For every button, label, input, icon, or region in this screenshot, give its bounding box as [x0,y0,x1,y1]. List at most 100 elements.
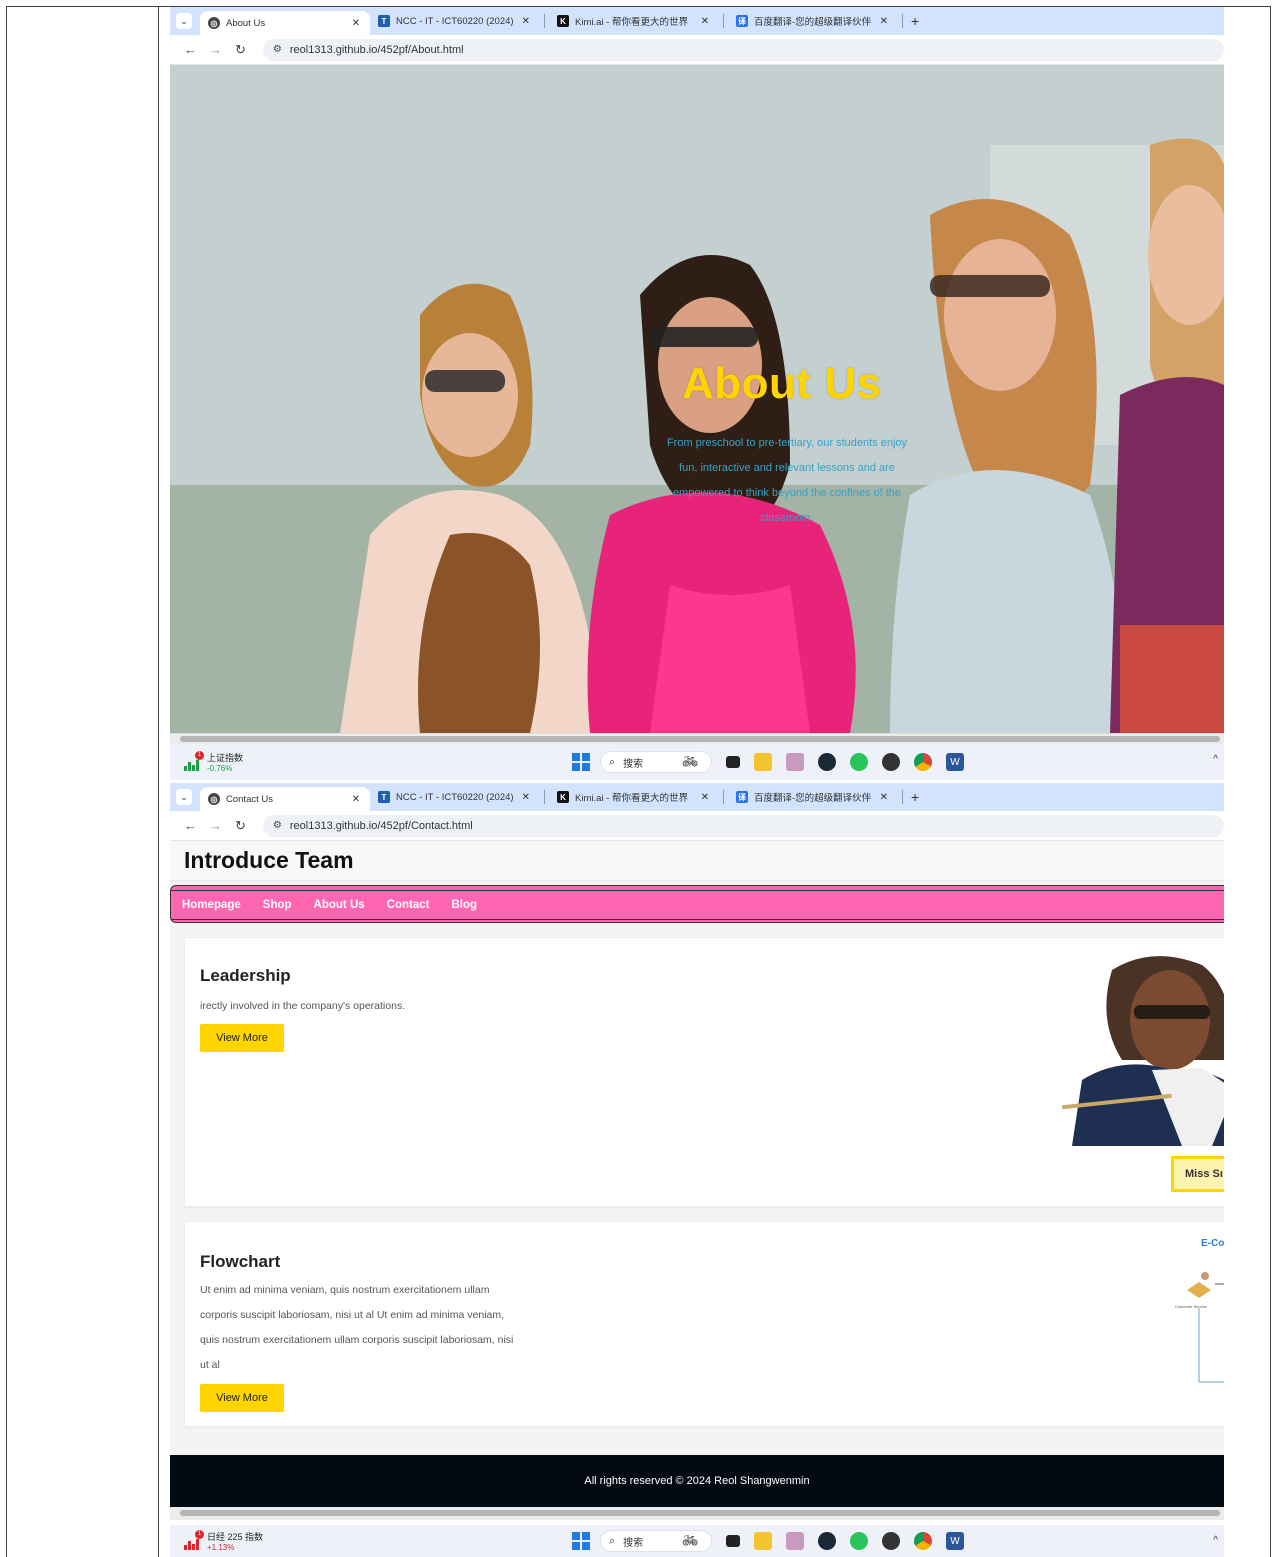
tab-title: Contact Us [226,793,273,805]
nav-about-us[interactable]: About Us [314,899,365,911]
k-icon: K [557,15,569,27]
word-icon[interactable]: W [946,1532,964,1550]
stock-chart-icon: 1 [184,751,204,771]
flowchart-node-label: Customer Service [1175,1304,1207,1309]
close-icon[interactable]: ✕ [522,792,530,803]
horizontal-scrollbar[interactable] [170,1507,1224,1520]
tray-chevron-up-icon[interactable]: ^ [1213,1535,1218,1546]
browser-window-contact: ⌄ ◎ Contact Us ✕ T NCC - IT - ICT60220 (… [170,783,1224,1557]
main-nav: Homepage Shop About Us Contact Blog [170,885,1224,923]
tab-strip: ⌄ ◎ Contact Us ✕ T NCC - IT - ICT60220 (… [170,783,1224,811]
tab-contact-us[interactable]: ◎ Contact Us ✕ [200,787,370,811]
close-icon[interactable]: ✕ [701,792,709,803]
taskbar-center: ⌕ 搜索 🚲︎ W [572,751,964,773]
tab-kimi[interactable]: K Kimi.ai - 帮你看更大的世界 ✕ [549,10,719,32]
tab-ncc[interactable]: T NCC - IT - ICT60220 (2024): I ✕ [370,10,540,32]
word-icon[interactable]: W [946,753,964,771]
close-icon[interactable]: ✕ [880,16,888,27]
forward-arrow-icon[interactable]: → [203,42,228,57]
leadership-view-more-button[interactable]: View More [200,1024,284,1052]
stock-widget-name: 日经 225 指数 [207,1532,264,1542]
url-field[interactable]: ⚙ reol1313.github.io/452pf/Contact.html [262,814,1224,837]
site-title: Introduce Team [184,847,354,873]
back-arrow-icon[interactable]: ← [178,818,203,833]
scrollbar-thumb[interactable] [180,1510,1220,1516]
stock-widget-value: +1.13% [207,1543,235,1552]
tab-search-chevron-icon[interactable]: ⌄ [176,13,192,29]
tab-title: About Us [226,17,266,29]
nav-blog[interactable]: Blog [451,899,477,911]
close-icon[interactable]: ✕ [352,18,360,29]
leader-portrait-illustration [1052,950,1224,1146]
flowchart-view-more-button[interactable]: View More [200,1384,284,1412]
search-label: 搜索 [623,1537,644,1549]
tab-kimi[interactable]: K Kimi.ai - 帮你看更大的世界 ✕ [549,786,719,808]
close-icon[interactable]: ✕ [701,16,709,27]
reload-icon[interactable]: ↻ [228,42,253,58]
forward-arrow-icon[interactable]: → [203,818,228,833]
tab-title: Kimi.ai - 帮你看更大的世界 [575,17,688,28]
k-icon: K [557,791,569,803]
close-icon[interactable]: ✕ [880,792,888,803]
tab-separator [544,14,545,28]
tab-baidu-translate[interactable]: 译 百度翻译-您的超级翻译伙伴 ✕ [728,10,898,32]
tab-baidu-translate[interactable]: 译 百度翻译-您的超级翻译伙伴 ✕ [728,786,898,808]
photo-app-icon[interactable] [786,753,804,771]
tab-strip: ⌄ ◎ About Us ✕ T NCC - IT - ICT60220 (20… [170,7,1224,35]
windows-start-icon[interactable] [572,753,590,771]
task-view-icon[interactable] [726,756,740,768]
windows-start-icon[interactable] [572,1532,590,1550]
wechat-icon[interactable] [850,753,868,771]
site-settings-icon[interactable]: ⚙ [273,44,282,55]
hero-description: From preschool to pre-tertiary, our stud… [666,437,908,524]
tab-title: Kimi.ai - 帮你看更大的世界 [575,793,688,804]
site-settings-icon[interactable]: ⚙ [273,820,282,831]
app-avatar-icon[interactable] [882,1532,900,1550]
tab-search-chevron-icon[interactable]: ⌄ [176,789,192,805]
stock-widget[interactable]: 1 上证指数 -0.76% [184,751,243,773]
table-border-left [6,6,7,1557]
flowchart-text: Ut enim ad minima veniam, quis nostrum e… [200,1284,514,1371]
wechat-icon[interactable] [850,1532,868,1550]
task-view-icon[interactable] [726,1535,740,1547]
tray-chevron-up-icon[interactable]: ^ [1213,754,1218,765]
leadership-heading: Leadership [200,966,291,985]
leader-portrait [1052,950,1224,1146]
stock-widget-name: 上证指数 [207,753,244,763]
tab-separator [902,14,903,28]
tab-separator [544,790,545,804]
chrome-icon[interactable] [914,753,932,771]
file-explorer-icon[interactable] [754,753,772,771]
close-icon[interactable]: ✕ [352,794,360,805]
stock-widget[interactable]: 1 日经 225 指数 +1.13% [184,1530,263,1552]
leadership-card: Leadership irectly involved in the compa… [184,937,1224,1207]
tab-title: 百度翻译-您的超级翻译伙伴 [754,793,872,804]
t-icon: T [378,15,390,27]
tab-title: NCC - IT - ICT60220 (2024): I [396,15,514,27]
globe-icon: ◎ [208,793,220,805]
photo-app-icon[interactable] [786,1532,804,1550]
steam-icon[interactable] [818,1532,836,1550]
nav-homepage[interactable]: Homepage [182,899,241,911]
tab-about-us[interactable]: ◎ About Us ✕ [200,11,370,35]
flowchart-heading: Flowchart [200,1252,281,1271]
bicycle-icon: 🚲︎ [682,754,699,769]
file-explorer-icon[interactable] [754,1532,772,1550]
nav-contact[interactable]: Contact [387,899,430,911]
steam-icon[interactable] [818,753,836,771]
reload-icon[interactable]: ↻ [228,818,253,834]
new-tab-plus-icon[interactable]: + [911,789,919,805]
chrome-icon[interactable] [914,1532,932,1550]
leader-name-badge[interactable]: Miss Sı [1171,1156,1224,1192]
taskbar-center: ⌕ 搜索 🚲︎ W [572,1530,964,1552]
tab-ncc[interactable]: T NCC - IT - ICT60220 (2024): I ✕ [370,786,540,808]
new-tab-plus-icon[interactable]: + [911,13,919,29]
close-icon[interactable]: ✕ [522,16,530,27]
back-arrow-icon[interactable]: ← [178,42,203,57]
horizontal-scrollbar[interactable] [170,733,1224,744]
flowchart-diagram-illustration [1187,1272,1224,1383]
url-field[interactable]: ⚙ reol1313.github.io/452pf/About.html [262,38,1224,61]
app-avatar-icon[interactable] [882,753,900,771]
scrollbar-thumb[interactable] [180,736,1220,742]
nav-shop[interactable]: Shop [263,899,292,911]
